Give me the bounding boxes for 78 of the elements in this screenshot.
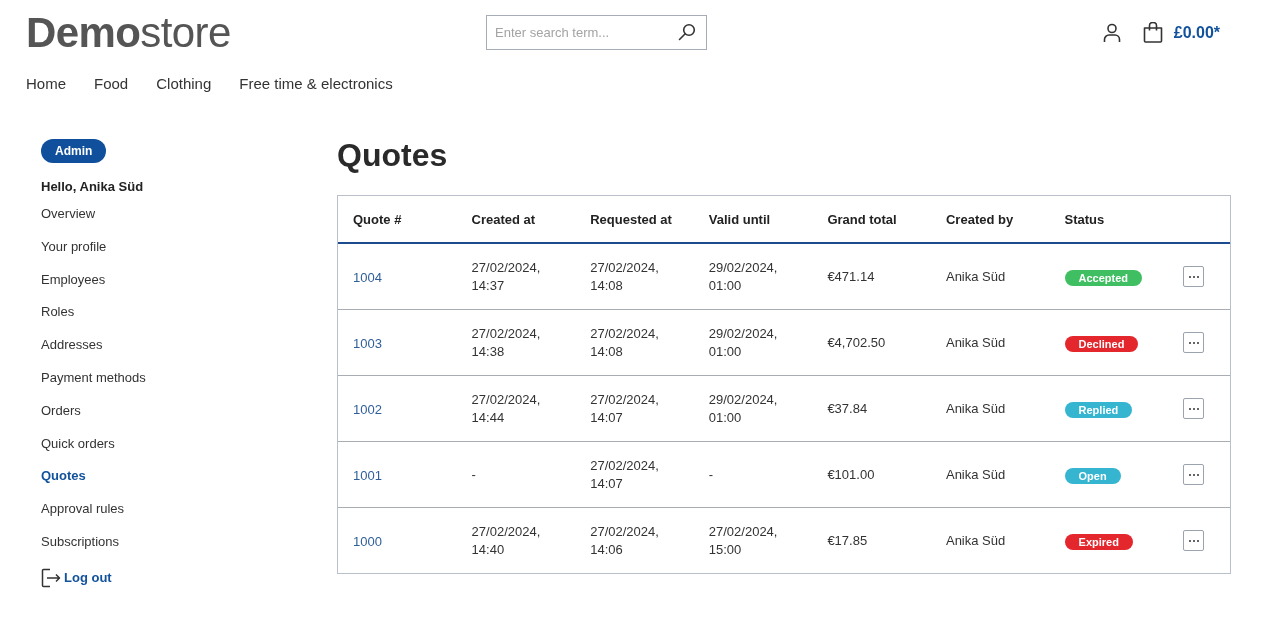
sidebar-item[interactable]: Quotes xyxy=(41,460,86,494)
table-cell-text: 27/02/2024, 14:06 xyxy=(590,522,660,559)
table-cell-text: 29/02/2024, 01:00 xyxy=(708,324,779,361)
sidebar-item[interactable]: Subscriptions xyxy=(41,525,120,559)
column-header: Valid until xyxy=(708,212,771,227)
table-cell: Anika Süd xyxy=(945,334,1006,352)
table-cell: Anika Süd xyxy=(945,466,1006,484)
cart-total[interactable]: £0.00* xyxy=(1173,23,1220,42)
column-header: Status xyxy=(1064,212,1105,227)
more-button[interactable] xyxy=(1183,530,1205,551)
table-cell-text: 27/02/2024, 14:38 xyxy=(471,324,542,361)
sidebar-item[interactable]: Roles xyxy=(41,296,75,330)
status-badge: Open xyxy=(1064,467,1121,484)
column-header: Requested at xyxy=(590,212,672,227)
nav-link[interactable]: Home xyxy=(26,74,66,94)
column-header: Created by xyxy=(945,212,1014,227)
sidebar-item[interactable]: Payment methods xyxy=(41,362,146,395)
ellipsis-icon xyxy=(1188,407,1199,410)
table-cell: Anika Süd xyxy=(945,532,1006,550)
table-cell: €101.00 xyxy=(827,466,875,484)
table-cell-text: 27/02/2024, 14:40 xyxy=(471,522,542,559)
table-cell-text: 29/02/2024, 01:00 xyxy=(708,258,779,295)
table-cell: €471.14 xyxy=(827,268,875,286)
column-header: Created at xyxy=(471,212,536,227)
ellipsis-icon xyxy=(1188,275,1199,278)
page-title: Quotes xyxy=(337,136,448,175)
column-header: Quote # xyxy=(353,212,402,227)
table-cell: €37.84 xyxy=(827,400,868,418)
nav-link[interactable]: Clothing xyxy=(156,74,212,94)
status-badge: Accepted xyxy=(1064,269,1143,286)
role-badge: Admin xyxy=(41,139,107,163)
search-icon[interactable] xyxy=(678,23,696,41)
quote-link[interactable]: 1004 xyxy=(353,269,382,285)
search-field[interactable]: Enter search term... xyxy=(486,15,707,50)
logout-link[interactable]: Log out xyxy=(41,567,112,588)
table-cell-text: 27/02/2024, 14:07 xyxy=(590,456,660,493)
ellipsis-icon xyxy=(1188,341,1199,344)
sidebar-item[interactable]: Employees xyxy=(41,263,106,297)
quote-link[interactable]: 1001 xyxy=(353,467,382,483)
quote-link[interactable]: 1003 xyxy=(353,335,382,351)
table-cell-text: 27/02/2024, 14:07 xyxy=(590,390,660,427)
ellipsis-icon xyxy=(1188,473,1199,476)
table-cell-text: 27/02/2024, 14:37 xyxy=(471,258,542,295)
user-icon[interactable] xyxy=(1101,22,1122,43)
table-cell-text: 27/02/2024, 14:08 xyxy=(590,324,660,361)
table-cell-text: 27/02/2024, 14:08 xyxy=(590,258,660,295)
status-badge: Declined xyxy=(1064,335,1139,352)
shopping-bag-icon[interactable] xyxy=(1142,22,1163,43)
sidebar-item[interactable]: Orders xyxy=(41,394,81,428)
table-cell: €17.85 xyxy=(827,532,868,550)
table-cell: Anika Süd xyxy=(945,268,1006,286)
table-cell: - xyxy=(471,466,476,484)
sidebar-item[interactable]: Approval rules xyxy=(41,493,125,526)
sidebar-item[interactable]: Overview xyxy=(41,198,96,231)
sidebar-item[interactable]: Quick orders xyxy=(41,427,115,461)
column-header: Grand total xyxy=(827,212,897,227)
table-cell: - xyxy=(708,466,714,484)
more-button[interactable] xyxy=(1183,398,1205,419)
table-cell-text: 29/02/2024, 01:00 xyxy=(708,390,779,427)
greeting: Hello, Anika Süd xyxy=(41,178,144,196)
table-cell-text: 27/02/2024, 14:44 xyxy=(471,390,542,427)
table-cell: Anika Süd xyxy=(945,400,1006,418)
more-button[interactable] xyxy=(1183,464,1205,485)
quote-link[interactable]: 1002 xyxy=(353,401,382,417)
more-button[interactable] xyxy=(1183,266,1205,287)
quote-link[interactable]: 1000 xyxy=(353,533,382,549)
status-badge: Expired xyxy=(1064,533,1133,550)
nav-link[interactable]: Free time & electronics xyxy=(239,74,393,94)
table-cell: €4,702.50 xyxy=(827,334,886,352)
logout-icon xyxy=(41,567,61,588)
store-logo[interactable]: Demostore xyxy=(26,13,231,52)
table-cell-text: 27/02/2024, 15:00 xyxy=(708,522,779,559)
status-badge: Replied xyxy=(1064,401,1133,418)
ellipsis-icon xyxy=(1188,539,1199,542)
nav-link[interactable]: Food xyxy=(94,74,129,94)
more-button[interactable] xyxy=(1183,332,1205,353)
sidebar-item[interactable]: Your profile xyxy=(41,230,107,264)
sidebar-item[interactable]: Addresses xyxy=(41,329,103,362)
